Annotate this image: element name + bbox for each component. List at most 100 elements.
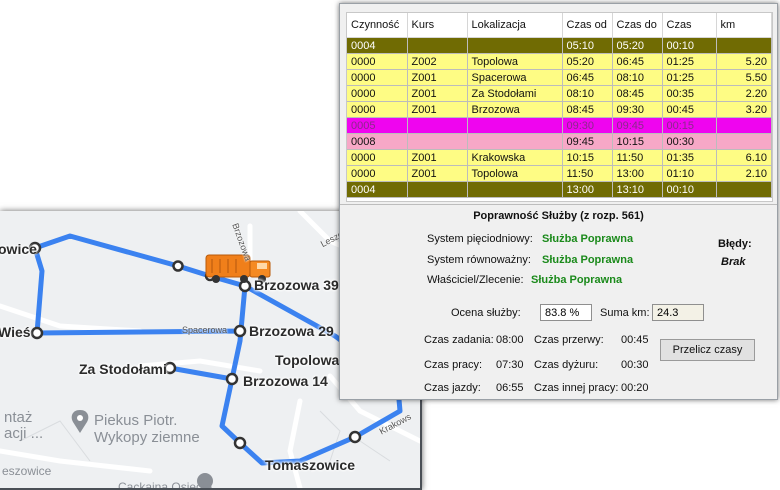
column-header[interactable]: Kurs — [407, 13, 468, 38]
table-cell: 11:50 — [612, 149, 663, 166]
km-label: Suma km: — [600, 307, 650, 319]
column-header[interactable]: Czynność — [347, 13, 408, 38]
table-cell: 08:45 — [612, 85, 663, 102]
task-time-value: 08:00 — [496, 334, 524, 346]
work-time-value: 07:30 — [496, 359, 524, 371]
column-header[interactable]: Czas od — [562, 13, 613, 38]
poi-label-piekus: Wykopy ziemne — [94, 429, 200, 446]
table-row[interactable]: 0008 09:45 10:15 00:30 — [347, 133, 772, 150]
break-label: Czas przerwy: — [534, 334, 604, 346]
table-cell: 00:45 — [662, 101, 717, 118]
table-row[interactable]: 0000 Z001 Spacerowa 06:45 08:10 01:25 5.50 — [347, 69, 772, 86]
table-cell: 2.10 — [716, 165, 772, 182]
table-cell — [407, 133, 468, 150]
table-cell: Z001 — [407, 85, 468, 102]
table-cell: 0000 — [347, 69, 408, 86]
table-cell: 13:10 — [612, 181, 663, 198]
table-cell: 00:35 — [662, 85, 717, 102]
table-cell: 05:20 — [562, 53, 613, 70]
table-cell — [716, 133, 772, 150]
stop-marker[interactable] — [348, 430, 362, 444]
schedule-grid[interactable]: Czynność Kurs Lokalizacja Czas od Czas d… — [346, 12, 773, 202]
table-row[interactable]: 0004 13:00 13:10 00:10 — [347, 181, 772, 198]
stop-marker[interactable] — [233, 324, 247, 338]
place-label-brzozowa-29: Brzozowa 29 — [249, 323, 334, 339]
table-cell: 10:15 — [562, 149, 613, 166]
table-row[interactable]: 0000 Z001 Za Stodołami 08:10 08:45 00:35 2.20 — [347, 85, 772, 102]
table-cell: Krakowska — [467, 149, 563, 166]
table-cell: 00:10 — [662, 181, 717, 198]
table-cell: 05:10 — [562, 37, 613, 54]
owner-label: Właściciel/Zlecenie: — [427, 274, 524, 286]
other-work-value: 00:20 — [621, 382, 649, 394]
rating-field[interactable]: 83.8 % — [540, 304, 592, 321]
table-cell — [467, 133, 563, 150]
stop-marker[interactable] — [225, 372, 239, 386]
table-row[interactable]: 0000 Z001 Topolowa 11:50 13:00 01:10 2.10 — [347, 165, 772, 182]
system-daily-status: Służba Poprawna — [542, 233, 634, 245]
table-cell: 08:10 — [562, 85, 613, 102]
system-daily-label: System pięciodniowy: — [427, 233, 533, 245]
table-cell: 00:30 — [662, 133, 717, 150]
table-cell: 13:00 — [562, 181, 613, 198]
table-cell: Z001 — [407, 165, 468, 182]
location-pin-icon[interactable] — [71, 410, 89, 433]
correctness-title: Poprawność Służby (z rozp. 561) — [473, 210, 644, 222]
task-time-label: Czas zadania: — [424, 334, 494, 346]
table-cell — [407, 117, 468, 134]
table-row[interactable]: 0000 Z001 Brzozowa 08:45 09:30 00:45 3.20 — [347, 101, 772, 118]
table-cell: 08:10 — [612, 69, 663, 86]
owner-status: Służba Poprawna — [531, 274, 623, 286]
table-cell: 0000 — [347, 53, 408, 70]
place-label: owice — [0, 241, 37, 257]
table-cell: Z002 — [407, 53, 468, 70]
table-row[interactable]: 0005 09:30 09:45 00:15 — [347, 117, 772, 134]
table-cell: Z001 — [407, 69, 468, 86]
poi-label: ntaż — [4, 409, 33, 426]
table-cell: 3.20 — [716, 101, 772, 118]
grid-header-row: Czynność Kurs Lokalizacja Czas od Czas d… — [347, 13, 772, 38]
rating-label: Ocena służby: — [451, 307, 521, 319]
duty-label: Czas dyżuru: — [534, 359, 599, 371]
divider — [340, 204, 777, 205]
column-header[interactable]: Lokalizacja — [467, 13, 563, 38]
table-cell: 10:15 — [612, 133, 663, 150]
table-cell: Z001 — [407, 101, 468, 118]
table-cell — [407, 37, 468, 54]
stop-marker[interactable] — [233, 436, 247, 450]
poi-label: eszowice — [2, 464, 52, 478]
table-cell: 09:45 — [612, 117, 663, 134]
table-cell — [716, 181, 772, 198]
table-cell: 01:25 — [662, 53, 717, 70]
table-cell: 6.10 — [716, 149, 772, 166]
column-header[interactable]: Czas — [662, 13, 717, 38]
table-cell: 06:45 — [612, 53, 663, 70]
table-cell: 0008 — [347, 133, 408, 150]
table-cell: 0005 — [347, 117, 408, 134]
poi-label: Cackaina Osiedle — [118, 480, 213, 490]
table-cell: 01:10 — [662, 165, 717, 182]
table-cell: 5.20 — [716, 53, 772, 70]
poi-label: acji ... — [4, 425, 44, 442]
stop-marker[interactable] — [172, 260, 184, 272]
table-cell: 5.50 — [716, 69, 772, 86]
table-row[interactable]: 0000 Z001 Krakowska 10:15 11:50 01:35 6.10 — [347, 149, 772, 166]
place-label-brzozowa-39: Brzozowa 39 — [254, 277, 339, 293]
table-cell: Za Stodołami — [467, 85, 563, 102]
service-panel: Czynność Kurs Lokalizacja Czas od Czas d… — [339, 3, 778, 400]
column-header[interactable]: Czas do — [612, 13, 663, 38]
table-row[interactable]: 0000 Z002 Topolowa 05:20 06:45 01:25 5.20 — [347, 53, 772, 70]
table-cell: 09:45 — [562, 133, 613, 150]
km-field[interactable]: 24.3 — [652, 304, 704, 321]
duty-value: 00:30 — [621, 359, 649, 371]
recalculate-button[interactable]: Przelicz czasy — [660, 339, 755, 361]
table-row[interactable]: 0004 05:10 05:20 00:10 — [347, 37, 772, 54]
table-cell: Topolowa — [467, 165, 563, 182]
place-label-za-stodolami: Za Stodołami — [79, 361, 167, 377]
errors-value: Brak — [721, 256, 746, 268]
table-cell: 2.20 — [716, 85, 772, 102]
table-cell: 08:45 — [562, 101, 613, 118]
table-cell: 0004 — [347, 181, 408, 198]
column-header[interactable]: km — [716, 13, 772, 38]
stop-marker[interactable] — [30, 326, 44, 340]
